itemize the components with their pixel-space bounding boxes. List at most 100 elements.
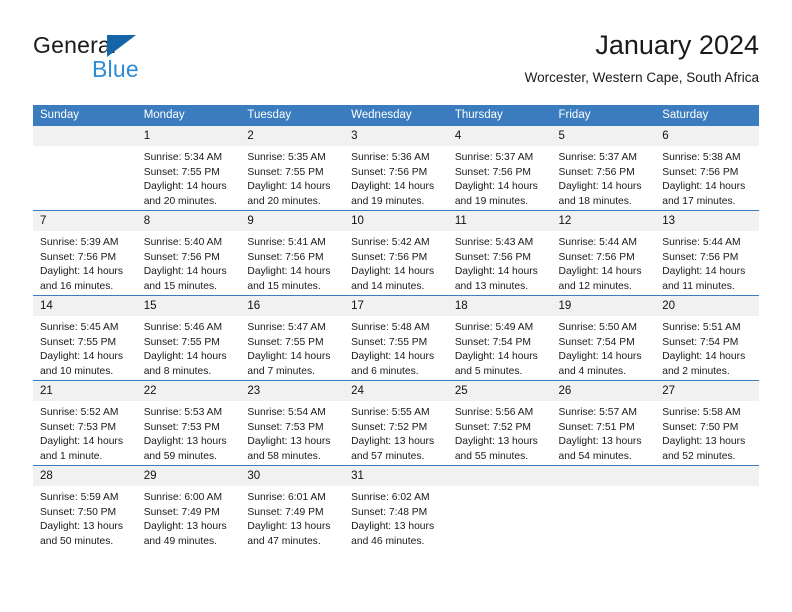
sunrise-text: Sunrise: 5:40 AM <box>143 237 223 248</box>
weekday-header-thursday: Thursday <box>447 105 552 126</box>
weekday-header-monday: Monday <box>136 105 241 126</box>
daylight-text-line1: Daylight: 14 hours <box>40 436 123 448</box>
daylight-text-line1: Daylight: 14 hours <box>247 181 331 193</box>
daylight-text-line2: and 12 minutes. <box>558 280 632 292</box>
sunrise-text: Sunrise: 5:57 AM <box>558 407 637 418</box>
calendar-week-row: 21 Sunrise: 5:52 AM Sunset: 7:53 PM Dayligh… <box>33 380 759 466</box>
daylight-text-line1: Daylight: 14 hours <box>40 266 123 278</box>
calendar-day-cell[interactable]: 12 Sunrise: 5:44 AM Sunset: 7:56 PM Dayligh… <box>551 210 656 296</box>
general-blue-logo: General Blue <box>33 32 263 88</box>
calendar-day-cell[interactable]: 14 Sunrise: 5:45 AM Sunset: 7:55 PM Dayligh… <box>33 295 137 381</box>
sunrise-text: Sunrise: 5:43 AM <box>454 237 534 248</box>
day-number: 16 <box>240 296 345 316</box>
day-details: Sunrise: 5:58 AM Sunset: 7:50 PM Daylight:… <box>655 401 759 464</box>
calendar-day-cell[interactable]: 9 Sunrise: 5:41 AM Sunset: 7:56 PM Daylight… <box>240 210 345 296</box>
sunrise-text: Sunrise: 5:44 AM <box>558 237 637 248</box>
calendar-day-cell[interactable]: 5 Sunrise: 5:37 AM Sunset: 7:56 PM Daylight… <box>551 126 656 211</box>
day-number: 21 <box>33 381 137 401</box>
day-number: 18 <box>447 296 552 316</box>
daylight-text-line1: Daylight: 14 hours <box>247 351 331 363</box>
calendar-day-cell[interactable]: 18 Sunrise: 5:49 AM Sunset: 7:54 PM Dayligh… <box>447 295 552 381</box>
sunset-text: Sunset: 7:53 PM <box>143 421 220 433</box>
weekday-header-sunday: Sunday <box>33 105 137 126</box>
calendar-day-cell[interactable]: 22 Sunrise: 5:53 AM Sunset: 7:53 PM Dayligh… <box>136 380 241 466</box>
calendar-day-cell[interactable]: 28 Sunrise: 5:59 AM Sunset: 7:50 PM Dayligh… <box>33 465 137 550</box>
calendar-day-cell-empty <box>447 465 552 550</box>
calendar-day-cell[interactable]: 4 Sunrise: 5:37 AM Sunset: 7:56 PM Daylight… <box>447 126 552 211</box>
page-header: General Blue January 2024 Worcester, Wes… <box>33 28 759 98</box>
daylight-text-line2: and 1 minute. <box>40 450 103 462</box>
daylight-text-line1: Daylight: 13 hours <box>247 521 331 533</box>
day-number: 29 <box>136 466 241 486</box>
sunset-text: Sunset: 7:56 PM <box>558 251 635 263</box>
sunrise-text: Sunrise: 5:38 AM <box>662 152 741 163</box>
day-details: Sunrise: 5:40 AM Sunset: 7:56 PM Daylight:… <box>137 231 241 294</box>
calendar-day-cell[interactable]: 11 Sunrise: 5:43 AM Sunset: 7:56 PM Dayligh… <box>447 210 552 296</box>
daylight-text-line1: Daylight: 14 hours <box>247 266 331 278</box>
sunset-text: Sunset: 7:56 PM <box>351 251 428 263</box>
sunrise-text: Sunrise: 5:37 AM <box>558 152 637 163</box>
calendar-day-cell[interactable]: 25 Sunrise: 5:56 AM Sunset: 7:52 PM Dayligh… <box>447 380 552 466</box>
calendar-day-cell[interactable]: 15 Sunrise: 5:46 AM Sunset: 7:55 PM Dayligh… <box>136 295 241 381</box>
calendar-day-cell[interactable]: 24 Sunrise: 5:55 AM Sunset: 7:52 PM Dayligh… <box>344 380 448 466</box>
calendar-day-cell[interactable]: 7 Sunrise: 5:39 AM Sunset: 7:56 PM Daylight… <box>33 210 137 296</box>
calendar-day-cell[interactable]: 30 Sunrise: 6:01 AM Sunset: 7:49 PM Dayligh… <box>240 465 345 550</box>
calendar-day-cell[interactable]: 21 Sunrise: 5:52 AM Sunset: 7:53 PM Dayligh… <box>33 380 137 466</box>
calendar-day-cell[interactable]: 3 Sunrise: 5:36 AM Sunset: 7:56 PM Daylight… <box>344 126 448 211</box>
page-title: January 2024 <box>595 30 759 60</box>
calendar-week-row: 14 Sunrise: 5:45 AM Sunset: 7:55 PM Dayligh… <box>33 295 759 381</box>
sunset-text: Sunset: 7:55 PM <box>143 336 220 348</box>
calendar-day-cell[interactable]: 16 Sunrise: 5:47 AM Sunset: 7:55 PM Dayligh… <box>240 295 345 381</box>
day-details: Sunrise: 5:47 AM Sunset: 7:55 PM Daylight:… <box>240 316 344 379</box>
sunrise-text: Sunrise: 5:45 AM <box>40 322 119 333</box>
day-number: 8 <box>136 211 241 231</box>
day-details: Sunrise: 5:59 AM Sunset: 7:50 PM Daylight:… <box>33 486 137 549</box>
daylight-text-line2: and 46 minutes. <box>351 535 425 547</box>
day-details: Sunrise: 6:02 AM Sunset: 7:48 PM Daylight:… <box>344 486 448 549</box>
calendar-week-row: 1 Sunrise: 5:34 AM Sunset: 7:55 PM Daylight… <box>33 126 759 211</box>
daylight-text-line2: and 4 minutes. <box>558 365 627 377</box>
calendar-day-cell[interactable]: 10 Sunrise: 5:42 AM Sunset: 7:56 PM Dayligh… <box>344 210 448 296</box>
calendar-day-cell[interactable]: 19 Sunrise: 5:50 AM Sunset: 7:54 PM Dayligh… <box>551 295 656 381</box>
sunset-text: Sunset: 7:48 PM <box>351 506 428 518</box>
daylight-text-line2: and 59 minutes. <box>143 450 217 462</box>
calendar-day-cell[interactable]: 6 Sunrise: 5:38 AM Sunset: 7:56 PM Daylight… <box>655 126 759 211</box>
calendar-day-cell[interactable]: 8 Sunrise: 5:40 AM Sunset: 7:56 PM Daylight… <box>136 210 241 296</box>
daylight-text-line1: Daylight: 14 hours <box>143 351 227 363</box>
calendar-day-cell[interactable]: 27 Sunrise: 5:58 AM Sunset: 7:50 PM Dayligh… <box>655 380 759 466</box>
calendar-day-cell[interactable]: 17 Sunrise: 5:48 AM Sunset: 7:55 PM Dayligh… <box>344 295 448 381</box>
calendar-day-cell[interactable]: 2 Sunrise: 5:35 AM Sunset: 7:55 PM Daylight… <box>240 126 345 211</box>
sunset-text: Sunset: 7:56 PM <box>454 166 531 178</box>
sunrise-text: Sunrise: 5:53 AM <box>143 407 223 418</box>
weekday-header-friday: Friday <box>551 105 656 126</box>
daylight-text-line1: Daylight: 14 hours <box>143 266 227 278</box>
daylight-text-line1: Daylight: 14 hours <box>454 266 538 278</box>
sunrise-text: Sunrise: 5:41 AM <box>247 237 326 248</box>
daylight-text-line2: and 16 minutes. <box>40 280 114 292</box>
logo-text-general: General <box>33 32 117 58</box>
calendar-day-cell[interactable]: 1 Sunrise: 5:34 AM Sunset: 7:55 PM Daylight… <box>136 126 241 211</box>
day-number: 7 <box>33 211 137 231</box>
calendar-day-cell[interactable]: 31 Sunrise: 6:02 AM Sunset: 7:48 PM Dayligh… <box>344 465 448 550</box>
daylight-text-line2: and 47 minutes. <box>247 535 321 547</box>
calendar-day-cell[interactable]: 20 Sunrise: 5:51 AM Sunset: 7:54 PM Dayligh… <box>655 295 759 381</box>
daylight-text-line2: and 15 minutes. <box>143 280 217 292</box>
daylight-text-line1: Daylight: 13 hours <box>351 521 435 533</box>
daylight-text-line2: and 5 minutes. <box>454 365 523 377</box>
daylight-text-line2: and 15 minutes. <box>247 280 321 292</box>
day-details: Sunrise: 6:01 AM Sunset: 7:49 PM Daylight:… <box>240 486 344 549</box>
day-number: 22 <box>136 381 241 401</box>
calendar-day-cell[interactable]: 23 Sunrise: 5:54 AM Sunset: 7:53 PM Dayligh… <box>240 380 345 466</box>
sunset-text: Sunset: 7:56 PM <box>454 251 531 263</box>
sunset-text: Sunset: 7:55 PM <box>247 166 324 178</box>
daylight-text-line1: Daylight: 13 hours <box>662 436 746 448</box>
calendar-day-cell[interactable]: 13 Sunrise: 5:44 AM Sunset: 7:56 PM Dayligh… <box>655 210 759 296</box>
sunrise-text: Sunrise: 5:52 AM <box>40 407 119 418</box>
day-details: Sunrise: 5:36 AM Sunset: 7:56 PM Daylight:… <box>344 146 448 209</box>
day-number: 1 <box>136 126 241 146</box>
logo-text-blue: Blue <box>92 56 139 82</box>
calendar-day-cell[interactable]: 26 Sunrise: 5:57 AM Sunset: 7:51 PM Dayligh… <box>551 380 656 466</box>
daylight-text-line1: Daylight: 14 hours <box>40 351 123 363</box>
sunset-text: Sunset: 7:56 PM <box>143 251 220 263</box>
calendar-day-cell[interactable]: 29 Sunrise: 6:00 AM Sunset: 7:49 PM Dayligh… <box>136 465 241 550</box>
